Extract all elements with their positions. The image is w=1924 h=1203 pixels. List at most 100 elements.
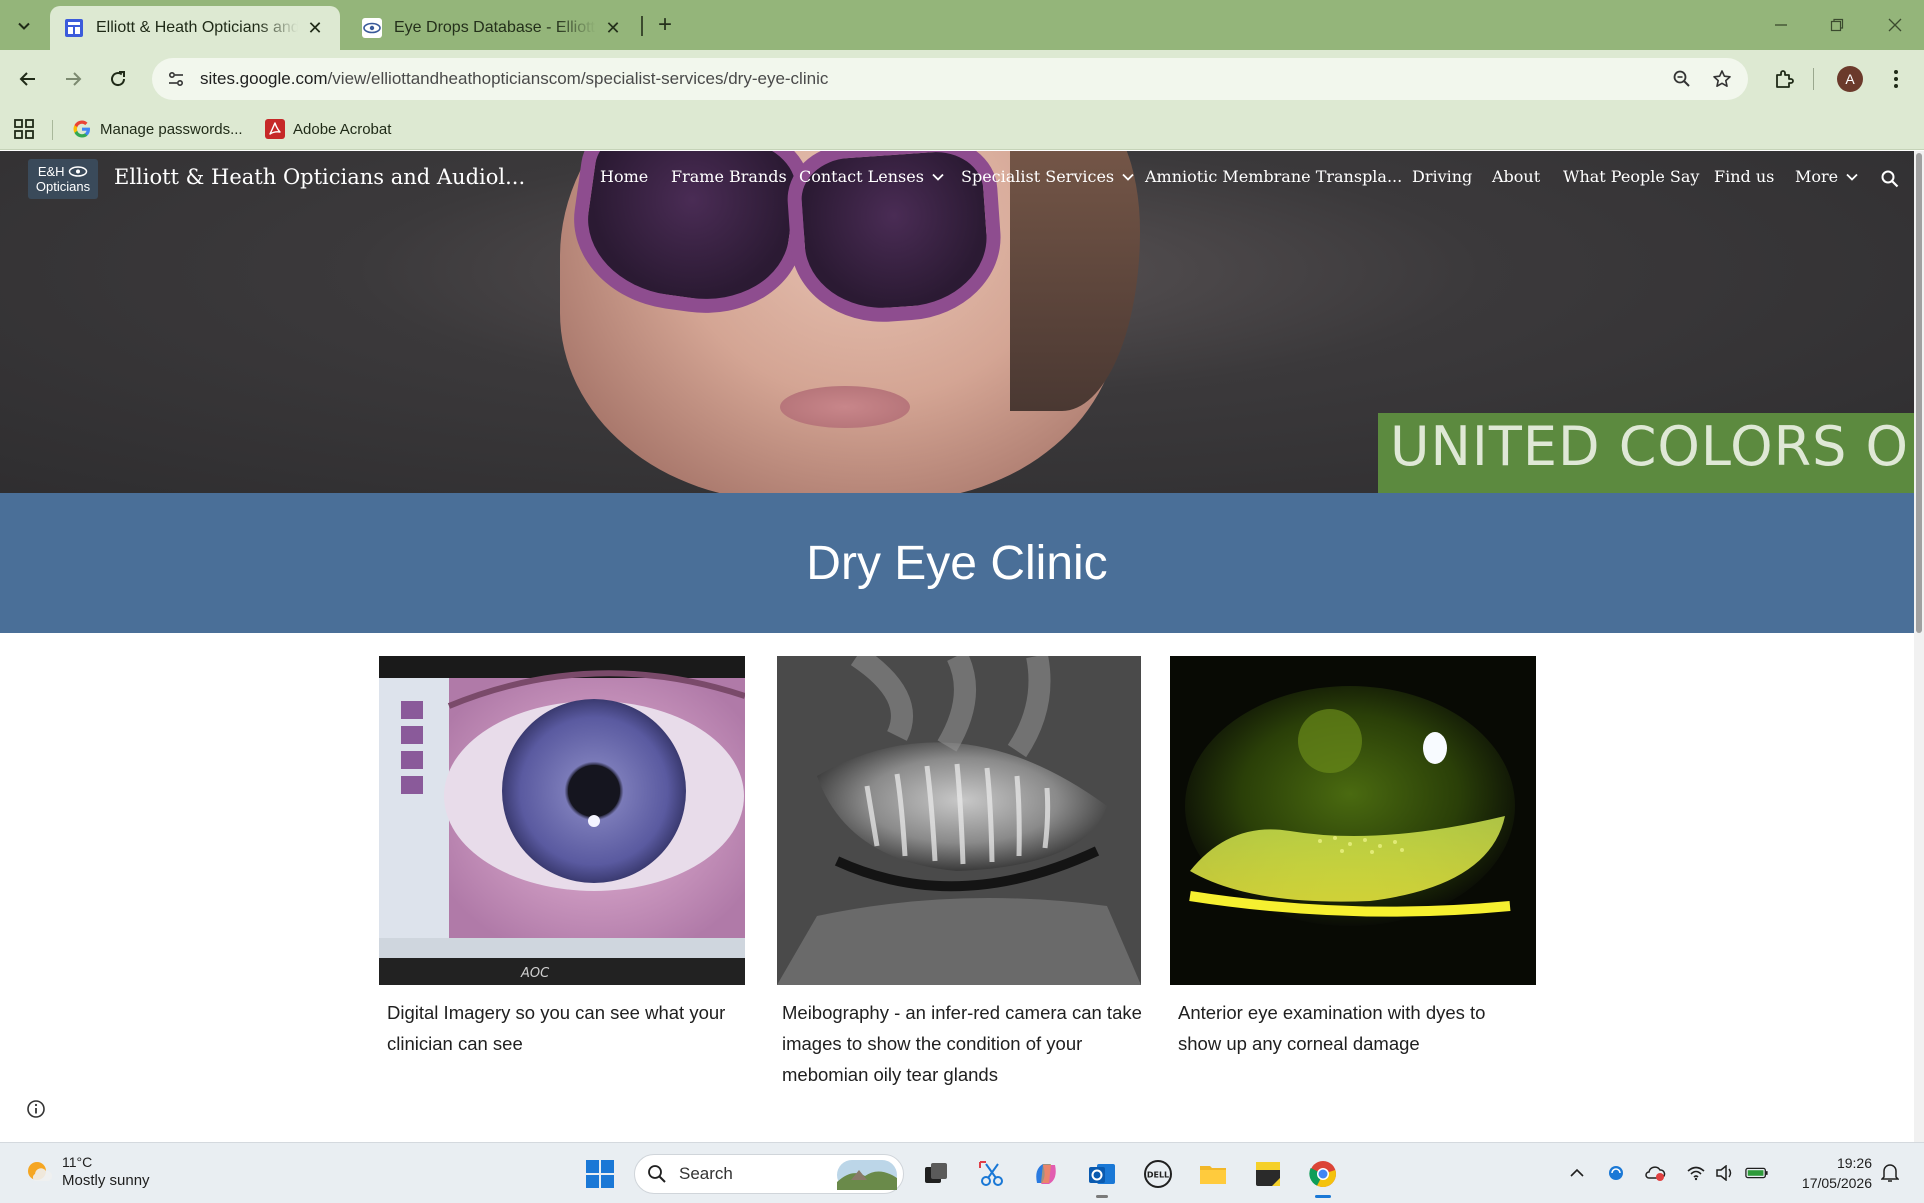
tray-onedrive-icon[interactable]: [1643, 1161, 1667, 1185]
reload-icon: [111, 71, 126, 87]
taskbar-search[interactable]: Search: [634, 1154, 904, 1194]
nav-driving[interactable]: Driving: [1412, 167, 1472, 186]
url-path: /view/elliottandheathopticianscom/specia…: [327, 69, 829, 88]
info-icon[interactable]: [26, 1099, 46, 1119]
nav-home[interactable]: Home: [600, 167, 648, 186]
dell-icon: DELL: [1144, 1160, 1172, 1188]
tray-overflow-icon[interactable]: [1565, 1161, 1589, 1185]
task-view-icon: [925, 1163, 947, 1183]
tab-elliott-heath[interactable]: Elliott & Heath Opticians and Audiologis…: [50, 6, 340, 50]
url-text[interactable]: sites.google.com/view/elliottandheathopt…: [200, 69, 1662, 89]
bookmark-star-icon[interactable]: [1702, 59, 1742, 99]
chevron-down-icon[interactable]: [932, 173, 944, 181]
page-scrollbar[interactable]: [1914, 151, 1924, 1142]
weather-widget[interactable]: 11°C Mostly sunny: [24, 1153, 150, 1191]
extensions-button[interactable]: [1766, 61, 1802, 97]
taskbar-clock[interactable]: 19:26 17/05/2026: [1780, 1153, 1872, 1193]
anterior-eye-dye-photo[interactable]: [1170, 656, 1536, 985]
taskbar-snipping-tool[interactable]: [974, 1156, 1010, 1192]
nav-amniotic-membrane[interactable]: Amniotic Membrane Transpla...: [1145, 167, 1402, 186]
tab-search-button[interactable]: [8, 10, 40, 42]
monitor-brand-label: AOC: [520, 966, 550, 981]
logo-text-line2: Opticians: [35, 179, 91, 194]
notifications-bell-icon[interactable]: [1878, 1161, 1902, 1185]
outlook-icon: [1089, 1164, 1115, 1184]
weather-temperature: 11°C: [62, 1154, 93, 1170]
restore-icon[interactable]: [1814, 8, 1860, 42]
site-header: E&H Opticians Elliott & Heath Opticians …: [0, 151, 1914, 207]
close-tab-icon[interactable]: ✕: [602, 17, 624, 39]
tab-eye-drops-database[interactable]: Eye Drops Database - Elliott and Heath ✕: [348, 6, 638, 50]
sun-cloud-icon: [28, 1162, 53, 1181]
taskbar-dell[interactable]: DELL: [1140, 1156, 1176, 1192]
puzzle-icon: [1776, 70, 1794, 88]
clock-date: 17/05/2026: [1801, 1175, 1872, 1191]
site-title[interactable]: Elliott & Heath Opticians and Audiol...: [114, 165, 525, 189]
toolbar-divider: [1813, 68, 1814, 90]
bookmarks-bar: Manage passwords... Adobe Acrobat: [0, 108, 1924, 150]
hero-model-lips: [780, 386, 910, 428]
site-logo[interactable]: E&H Opticians: [28, 159, 98, 199]
search-icon: [1881, 170, 1899, 188]
svg-text:DELL: DELL: [1147, 1171, 1169, 1180]
nav-specialist-services[interactable]: Specialist Services: [961, 167, 1134, 186]
wifi-icon[interactable]: [1684, 1161, 1708, 1185]
search-icon: [648, 1165, 666, 1183]
reload-button[interactable]: [100, 61, 136, 97]
eye-favicon-icon: [362, 18, 382, 38]
taskbar-chrome[interactable]: [1305, 1156, 1341, 1198]
meibography-photo[interactable]: [777, 656, 1141, 985]
taskbar-outlook[interactable]: [1084, 1156, 1120, 1198]
adobe-acrobat-icon: [265, 119, 285, 139]
forward-arrow-icon: [66, 72, 82, 86]
back-button[interactable]: [10, 61, 46, 97]
snipping-tool-icon: [979, 1161, 1003, 1186]
nav-contact-lenses[interactable]: Contact Lenses: [799, 167, 944, 186]
site-info-icon[interactable]: [156, 58, 196, 100]
new-tab-icon[interactable]: +: [650, 10, 680, 40]
scrollbar-thumb[interactable]: [1916, 153, 1922, 633]
taskbar-task-view[interactable]: [918, 1156, 954, 1192]
close-tab-icon[interactable]: ✕: [304, 17, 326, 39]
browser-toolbar: sites.google.com/view/elliottandheathopt…: [0, 50, 1924, 108]
nav-about[interactable]: About: [1492, 167, 1540, 186]
address-bar[interactable]: sites.google.com/view/elliottandheathopt…: [152, 58, 1748, 100]
zoom-icon[interactable]: [1662, 59, 1702, 99]
nav-what-people-say[interactable]: What People Say: [1563, 167, 1699, 186]
site-search-button[interactable]: [1876, 165, 1904, 193]
battery-icon[interactable]: [1745, 1161, 1769, 1185]
caption-digital-imagery: Digital Imagery so you can see what your…: [387, 1002, 726, 1054]
nav-frame-brands[interactable]: Frame Brands: [671, 167, 787, 186]
bookmark-manage-passwords[interactable]: Manage passwords...: [72, 114, 243, 144]
kebab-menu-icon: [1894, 70, 1898, 88]
digital-imagery-photo[interactable]: AOC: [379, 656, 745, 985]
google-sites-favicon-icon: [65, 19, 83, 37]
chevron-down-icon[interactable]: [1122, 173, 1134, 181]
eye-logo-icon: [68, 166, 88, 177]
tray-sync-icon[interactable]: [1604, 1161, 1628, 1185]
profile-button[interactable]: A: [1832, 61, 1868, 97]
apps-grid-icon[interactable]: [12, 117, 36, 141]
nav-find-us[interactable]: Find us: [1714, 167, 1774, 186]
caption-anterior-eye: Anterior eye examination with dyes to sh…: [1178, 1002, 1486, 1054]
tab-title: Eye Drops Database - Elliott and Heath: [394, 19, 596, 36]
start-button[interactable]: [582, 1156, 618, 1192]
forward-button[interactable]: [55, 61, 91, 97]
windows-logo-icon: [586, 1160, 614, 1188]
page-viewport: UNITED COLORS OF BENETTON E&H Opticians …: [0, 151, 1924, 1142]
taskbar-file-explorer[interactable]: [1195, 1156, 1231, 1192]
chevron-down-icon[interactable]: [1846, 173, 1858, 181]
volume-icon[interactable]: [1713, 1161, 1737, 1185]
chrome-menu-button[interactable]: [1878, 61, 1914, 97]
tab-title: Elliott & Heath Opticians and Audiologis…: [96, 19, 298, 36]
weather-description: Mostly sunny: [62, 1172, 150, 1189]
bookmark-label: Adobe Acrobat: [293, 120, 392, 138]
nav-more[interactable]: More: [1795, 167, 1858, 186]
tab-strip: Elliott & Heath Opticians and Audiologis…: [0, 0, 1924, 50]
logo-text-line1: E&H: [28, 164, 98, 179]
taskbar-copilot[interactable]: [1028, 1156, 1064, 1192]
minimize-icon[interactable]: [1758, 8, 1804, 42]
bookmark-adobe-acrobat[interactable]: Adobe Acrobat: [265, 114, 391, 144]
close-window-icon[interactable]: [1872, 8, 1918, 42]
taskbar-sticky-notes[interactable]: [1250, 1156, 1286, 1192]
